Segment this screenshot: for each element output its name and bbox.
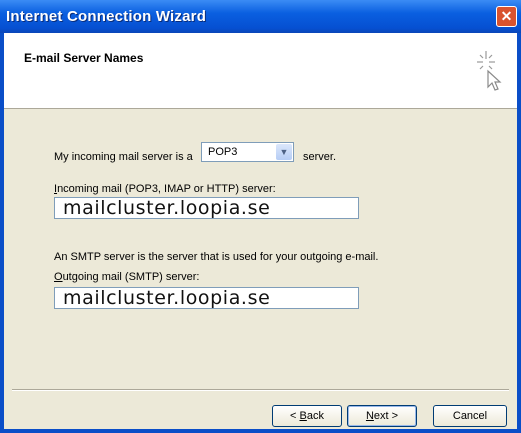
window-frame-bottom: [0, 429, 521, 433]
outgoing-label-accel: O: [54, 271, 63, 283]
wizard-wand-icon: [477, 51, 502, 91]
window-title: Internet Connection Wizard: [6, 8, 207, 25]
smtp-note: An SMTP server is the server that is use…: [54, 251, 379, 263]
title-bar[interactable]: Internet Connection Wizard ✕: [0, 0, 521, 33]
close-icon: ✕: [500, 8, 513, 24]
back-button-arrow: <: [290, 410, 300, 422]
incoming-label-text: ncoming mail (POP3, IMAP or HTTP) server…: [57, 183, 276, 195]
incoming-server-type-value: POP3: [208, 146, 238, 158]
back-button-label: ack: [306, 410, 324, 422]
outgoing-label-text: utgoing mail (SMTP) server:: [62, 271, 200, 283]
dropdown-button[interactable]: ▼: [276, 144, 292, 160]
page-title: E-mail Server Names: [24, 51, 144, 65]
incoming-type-prefix: My incoming mail server is a: [54, 151, 193, 163]
footer-separator: [12, 389, 509, 391]
cancel-button[interactable]: Cancel: [433, 405, 507, 427]
chevron-down-icon: ▼: [279, 147, 289, 157]
outgoing-server-label: Outgoing mail (SMTP) server:: [54, 271, 200, 283]
incoming-server-input[interactable]: mailcluster.loopia.se: [54, 197, 359, 219]
back-button-accel: B: [299, 410, 307, 422]
next-button-label: ext >: [373, 410, 399, 422]
outgoing-server-input[interactable]: mailcluster.loopia.se: [54, 287, 359, 309]
incoming-type-suffix: server.: [303, 151, 337, 163]
outgoing-server-value: mailcluster.loopia.se: [63, 287, 271, 309]
close-button[interactable]: ✕: [496, 6, 517, 27]
wizard-header: E-mail Server Names: [4, 33, 517, 109]
incoming-server-value: mailcluster.loopia.se: [63, 197, 271, 219]
next-button-accel: N: [365, 410, 374, 422]
back-button[interactable]: < Back: [272, 405, 342, 427]
incoming-server-type-select[interactable]: POP3 ▼: [201, 142, 294, 162]
incoming-server-label: Incoming mail (POP3, IMAP or HTTP) serve…: [54, 183, 276, 195]
window-frame-right: [517, 33, 521, 433]
next-button[interactable]: Next >: [347, 405, 417, 427]
